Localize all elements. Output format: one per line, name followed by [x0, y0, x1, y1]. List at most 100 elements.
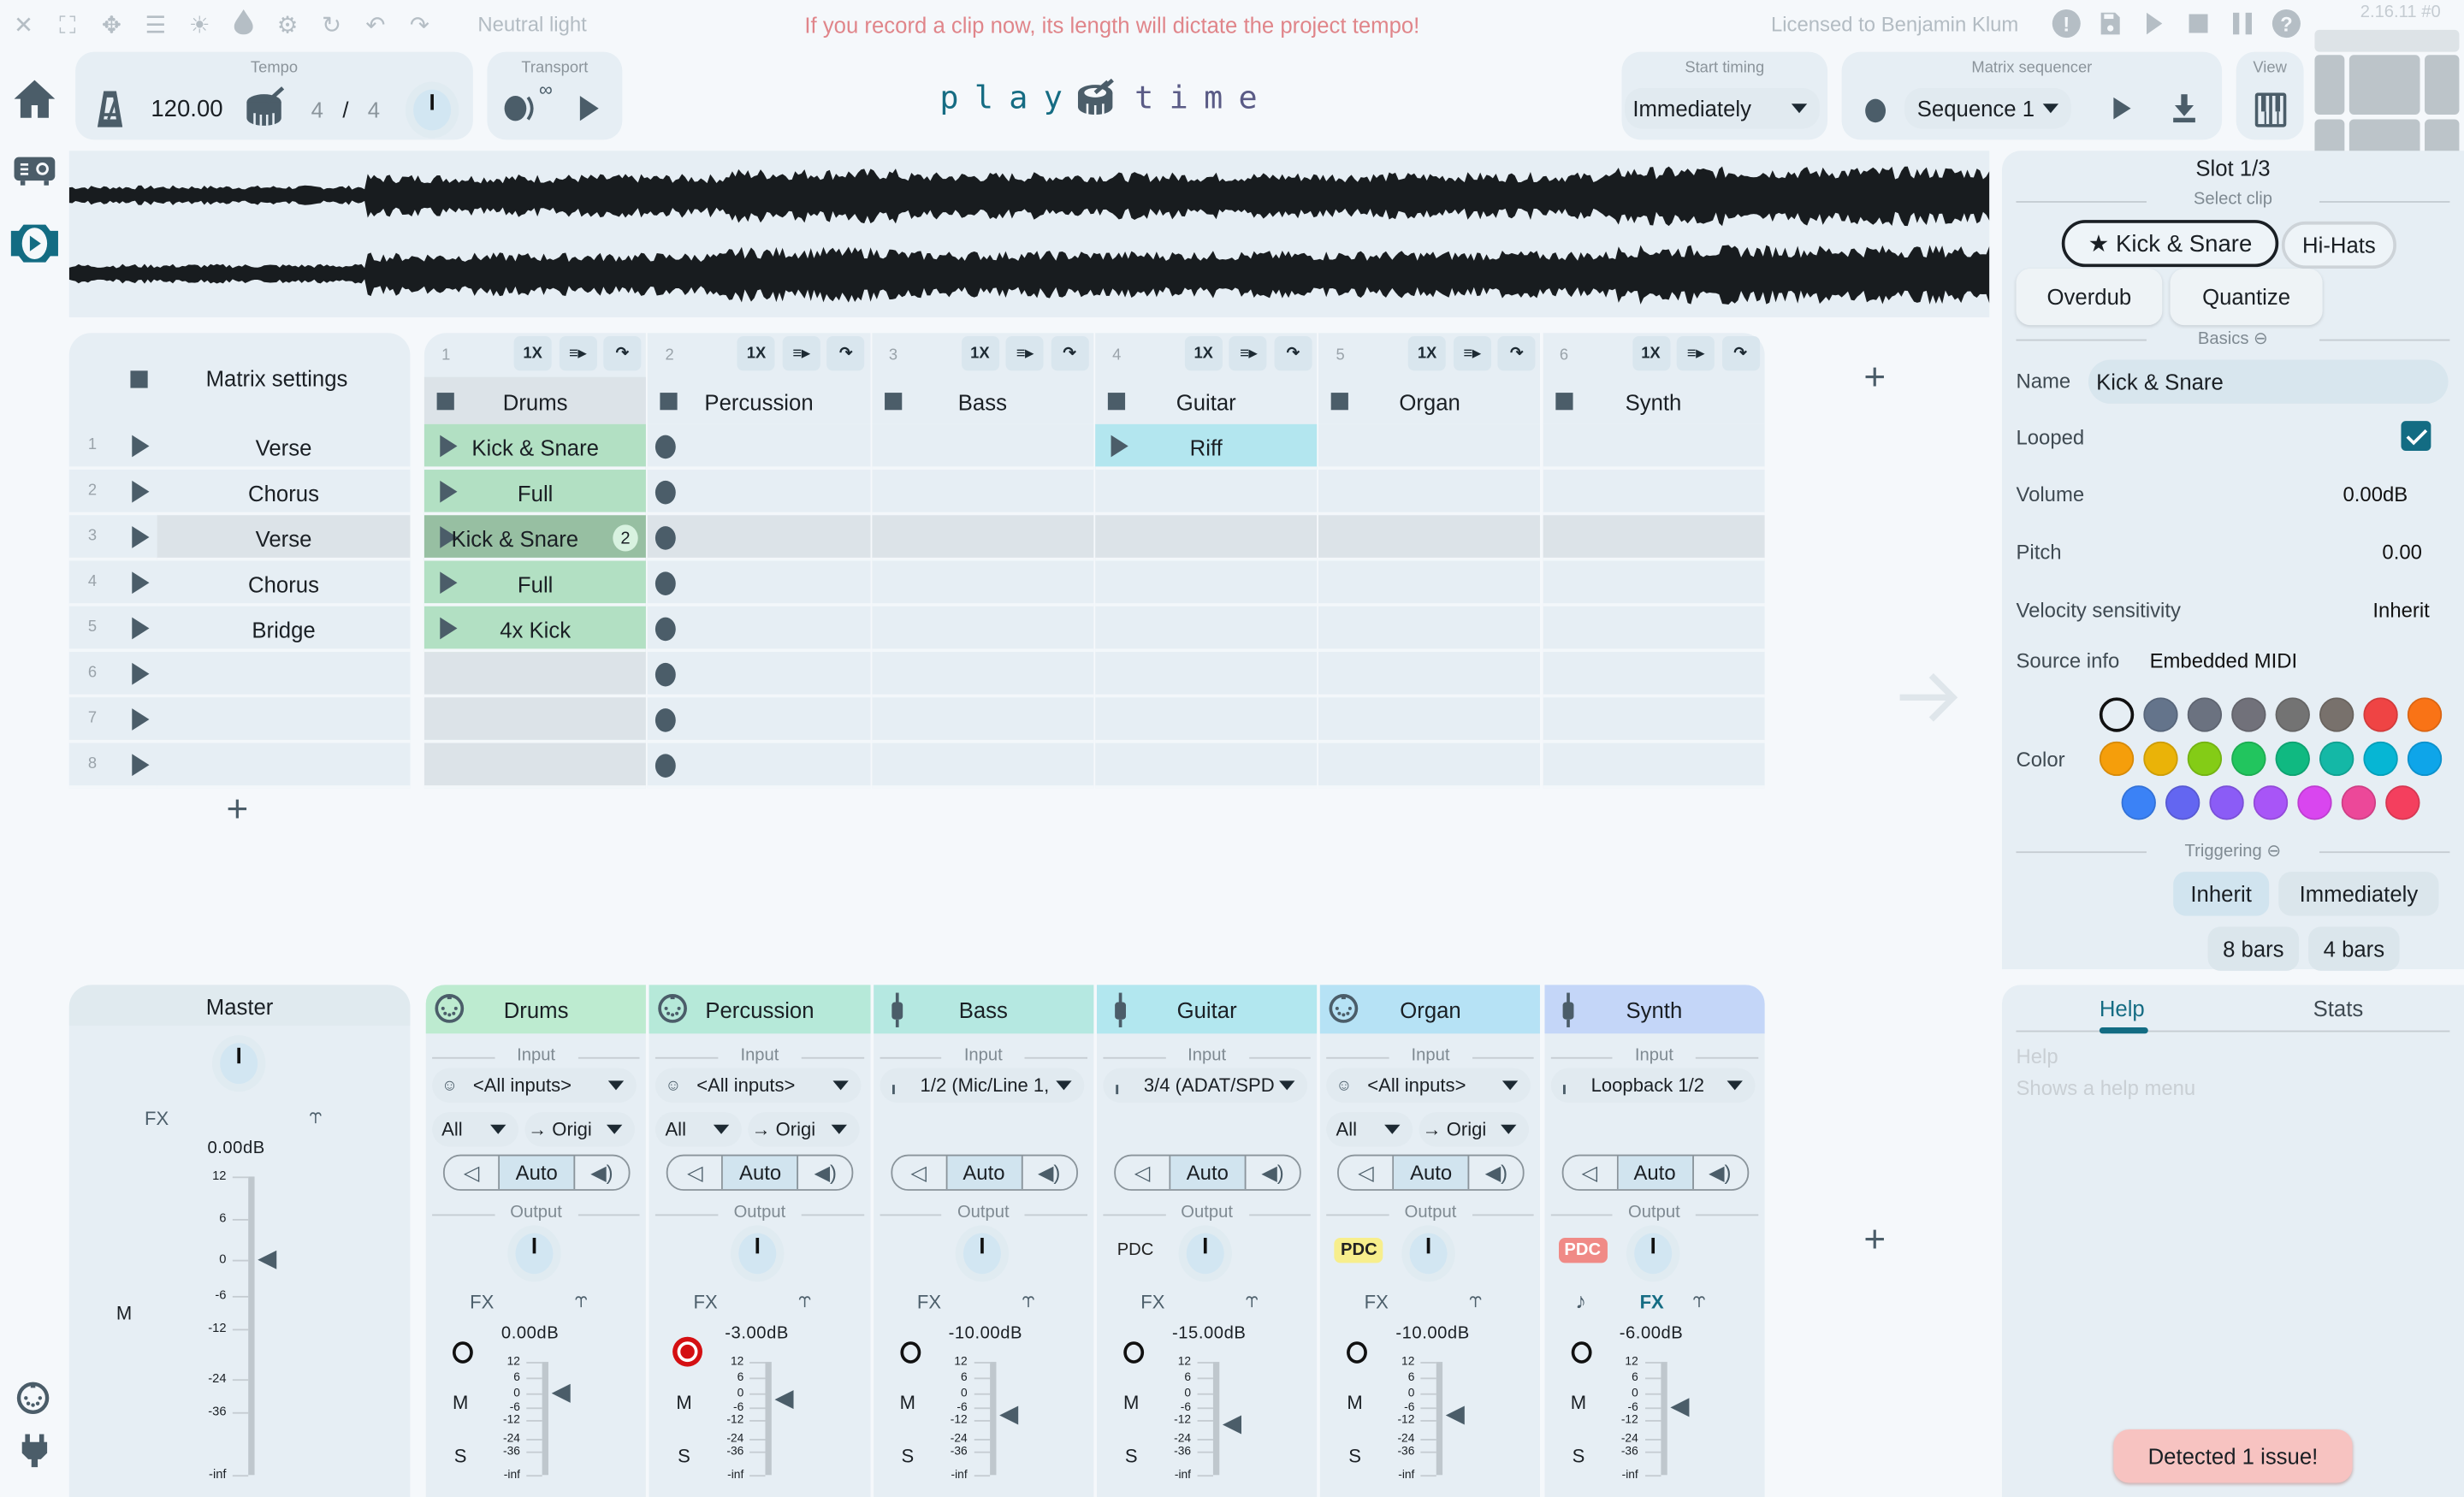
monitor-auto-button[interactable]: Auto [500, 1156, 576, 1190]
record-arm-button[interactable] [899, 1341, 921, 1364]
scene-play-icon[interactable] [132, 617, 150, 640]
pan-knob[interactable] [1633, 1233, 1672, 1275]
slot-cell[interactable] [424, 697, 647, 743]
plug-icon[interactable] [21, 1434, 49, 1477]
volume-value[interactable]: 0.00dB [2343, 482, 2408, 506]
color-swatch[interactable] [2143, 697, 2178, 732]
color-swatch[interactable] [2099, 741, 2135, 777]
master-pan-knob[interactable] [220, 1043, 258, 1085]
routing-icon[interactable]: ⥾ [799, 1287, 812, 1313]
quantize-button[interactable]: Quantize [2170, 269, 2323, 326]
monitor-on-icon[interactable]: ◀) [1246, 1157, 1299, 1190]
color-swatch[interactable] [2187, 741, 2223, 777]
mute-button[interactable]: M [676, 1392, 691, 1414]
move-icon[interactable]: ✥ [98, 11, 126, 39]
slot-cell[interactable] [1542, 743, 1765, 789]
midi-note-icon[interactable]: ♪ [1575, 1288, 1586, 1313]
slot-cell[interactable] [1542, 652, 1765, 698]
overdub-button[interactable]: Overdub [2016, 269, 2163, 326]
input-dropdown[interactable]: ╻ Loopback 1/2 [1549, 1068, 1756, 1104]
scene-play-icon[interactable] [132, 754, 150, 777]
channel-dropdown[interactable]: All [1326, 1112, 1413, 1147]
slot-cell[interactable] [648, 515, 870, 561]
track-volume[interactable]: -10.00dB [1395, 1324, 1469, 1343]
fx-button[interactable]: FX [1365, 1291, 1389, 1313]
solo-button[interactable]: S [454, 1445, 467, 1467]
fader-rail[interactable] [766, 1362, 773, 1476]
matrix-settings-button[interactable]: Matrix settings [206, 366, 348, 391]
fader-rail[interactable] [248, 1176, 255, 1476]
slot-cell[interactable] [1318, 606, 1541, 653]
repeat-button[interactable]: ↷ [1721, 335, 1760, 371]
record-arm-button[interactable] [452, 1341, 473, 1364]
save-icon[interactable] [2096, 9, 2124, 38]
monitor-off-icon[interactable]: ◁ [891, 1156, 947, 1190]
undo-icon[interactable]: ↶ [361, 11, 389, 39]
color-swatch[interactable] [2407, 697, 2443, 732]
color-swatch[interactable] [2297, 785, 2332, 820]
slot-cell[interactable] [1094, 470, 1318, 516]
scene-play-icon[interactable] [132, 526, 150, 548]
color-swatch[interactable] [2341, 785, 2377, 820]
fader-rail[interactable] [989, 1362, 996, 1476]
color-swatch[interactable] [2253, 785, 2289, 820]
slot-cell[interactable] [1318, 515, 1541, 561]
transport-play-icon[interactable] [579, 96, 599, 129]
fx-button[interactable]: FX [694, 1291, 718, 1313]
solo-button[interactable]: S [1348, 1445, 1361, 1467]
slot-cell[interactable] [648, 697, 870, 743]
menu-collapse-icon[interactable]: ☰ [141, 11, 169, 39]
solo-button[interactable]: S [1573, 1445, 1585, 1467]
play-once-button[interactable]: 1X [1632, 335, 1670, 371]
follow-action-button[interactable]: ≡▸ [1229, 335, 1268, 371]
slot-cell[interactable] [424, 652, 647, 698]
color-swatch[interactable] [2099, 697, 2135, 732]
monitor-toggle[interactable]: ◁ Auto ◀) [666, 1154, 854, 1191]
routing-icon[interactable]: ⥾ [1693, 1287, 1706, 1313]
slot-cell[interactable] [871, 697, 1094, 743]
color-swatch[interactable] [2407, 741, 2443, 777]
monitor-toggle[interactable]: ◁ Auto ◀) [1114, 1154, 1301, 1191]
slot-cell[interactable] [648, 560, 870, 606]
tab-help[interactable]: Help [2100, 996, 2145, 1021]
mute-button[interactable]: M [1571, 1392, 1586, 1414]
slot-cell[interactable] [1094, 697, 1318, 743]
slot-cell[interactable] [648, 423, 870, 470]
play-view-icon[interactable] [6, 223, 62, 272]
download-icon[interactable] [2171, 94, 2196, 130]
scene-play-icon[interactable] [132, 480, 150, 503]
slot-cell[interactable] [648, 652, 870, 698]
close-icon[interactable]: ✕ [9, 11, 38, 39]
slot-cell[interactable] [871, 743, 1094, 789]
record-arm-button[interactable] [1570, 1341, 1591, 1364]
input-dropdown[interactable]: ☺ <All inputs> [432, 1068, 637, 1104]
drop-icon[interactable] [229, 9, 258, 41]
looped-checkbox[interactable] [2401, 421, 2431, 452]
repeat-button[interactable]: ↷ [1051, 335, 1089, 371]
fx-button[interactable]: FX [917, 1291, 941, 1313]
routing-icon[interactable]: ⥾ [575, 1287, 588, 1313]
slot-cell[interactable] [1542, 606, 1765, 653]
refresh-icon[interactable]: ↻ [317, 11, 346, 39]
fader-handle[interactable] [1222, 1415, 1241, 1435]
slot-cell[interactable] [1542, 697, 1765, 743]
color-swatch[interactable] [2275, 697, 2310, 732]
follow-action-button[interactable]: ≡▸ [1676, 335, 1715, 371]
follow-action-button[interactable]: ≡▸ [1453, 335, 1491, 371]
scene-row[interactable] [157, 652, 411, 698]
color-swatch[interactable] [2165, 785, 2200, 820]
alert-icon[interactable]: ! [2052, 9, 2081, 38]
pdc-badge[interactable]: PDC [1558, 1238, 1608, 1263]
scene-row[interactable] [157, 743, 411, 789]
brightness-icon[interactable]: ☀ [186, 11, 214, 39]
play-once-button[interactable]: 1X [737, 335, 776, 371]
monitor-off-icon[interactable]: ◁ [1563, 1156, 1618, 1190]
monitor-auto-button[interactable]: Auto [1394, 1156, 1470, 1190]
track-volume[interactable]: -6.00dB [1620, 1324, 1684, 1343]
fader-handle[interactable] [775, 1390, 795, 1411]
issue-button[interactable]: Detected 1 issue! [2113, 1429, 2353, 1483]
slot-cell[interactable] [871, 606, 1094, 653]
color-swatch[interactable] [2363, 697, 2398, 732]
add-column-button[interactable]: + [1863, 357, 1886, 400]
repeat-button[interactable]: ↷ [826, 335, 865, 371]
